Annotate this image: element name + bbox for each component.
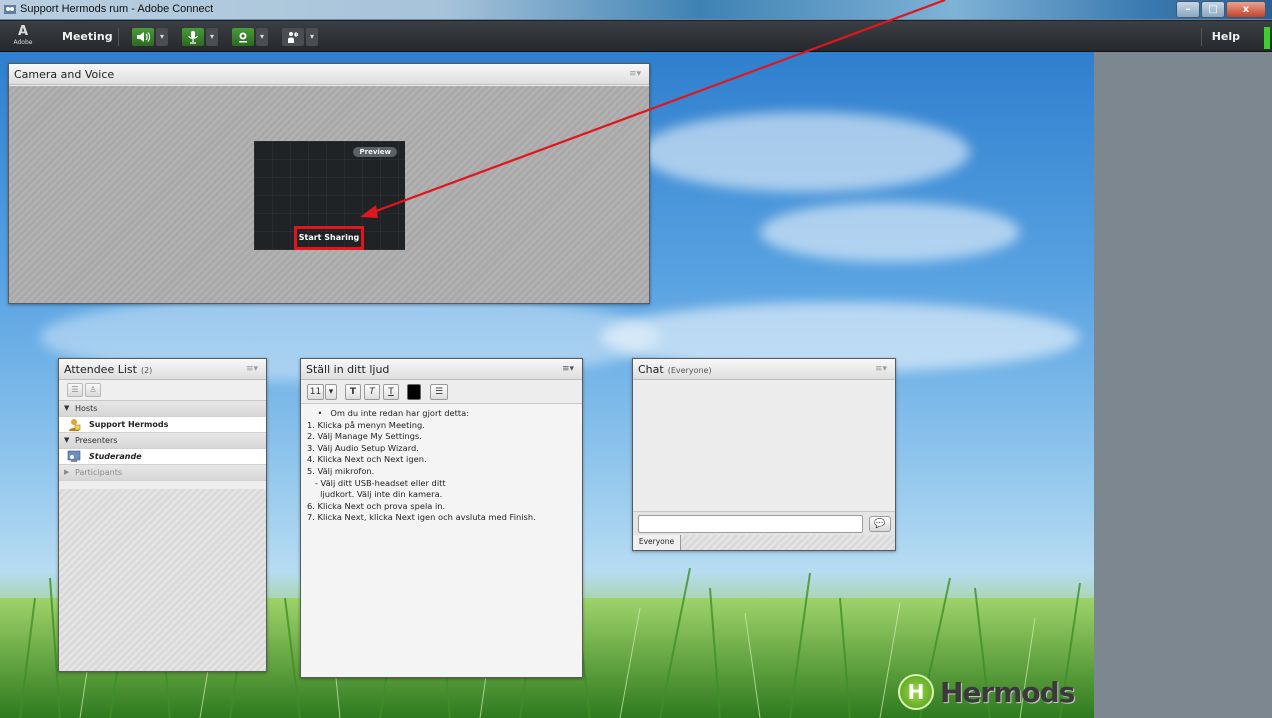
microphone-control[interactable]: ▾ <box>182 28 218 46</box>
bold-icon[interactable]: T <box>345 384 361 400</box>
pod-menu-icon[interactable]: ≡▾ <box>875 364 887 374</box>
group-presenters[interactable]: ▼ Presenters <box>59 433 266 449</box>
window-title: Support Hermods rum - Adobe Connect <box>20 3 214 15</box>
group-hosts[interactable]: ▼ Hosts <box>59 401 266 417</box>
text-color-picker[interactable] <box>407 384 421 400</box>
attendee-count: (2) <box>140 366 153 375</box>
camera-area: Preview Start Sharing <box>9 86 649 303</box>
speaker-icon[interactable] <box>132 28 154 46</box>
underline-icon[interactable]: T <box>383 384 399 400</box>
pod-header: Ställ in ditt ljud ≡▾ <box>301 359 582 380</box>
chevron-right-icon: ▶ <box>64 468 70 476</box>
webcam-icon[interactable] <box>232 28 254 46</box>
help-menu[interactable]: Help <box>1212 30 1240 43</box>
notes-line: 4. Klicka Next och Next igen. <box>307 454 427 465</box>
camera-preview: Preview Start Sharing <box>254 141 405 250</box>
raise-hand-icon[interactable] <box>282 28 304 46</box>
menu-divider <box>1201 28 1202 46</box>
notes-line: 3. Välj Audio Setup Wizard. <box>307 442 419 453</box>
adobe-logo: A Adobe <box>13 24 33 47</box>
hermods-logo-text: Hermods <box>940 675 1075 709</box>
chat-input[interactable] <box>638 515 863 533</box>
pod-title: Chat (Everyone) <box>638 363 712 376</box>
notes-line: 7. Klicka Next, klicka Next igen och avs… <box>307 512 536 523</box>
raise-hand-dropdown-icon[interactable]: ▾ <box>306 28 318 46</box>
presenter-icon <box>67 450 81 462</box>
notes-line: 5. Välj mikrofon. <box>307 465 375 476</box>
attendee-list-pod: Attendee List (2) ≡▾ ☰ ♙ ▼ Hosts Support … <box>58 358 267 672</box>
notes-line: 6. Klicka Next och prova spela in. <box>307 500 446 511</box>
minimize-button[interactable]: – <box>1176 1 1200 18</box>
chevron-down-icon[interactable]: ▾ <box>325 384 337 400</box>
chat-input-area: 💬 <box>633 511 895 535</box>
attendee-row[interactable]: Support Hermods <box>59 417 266 433</box>
hermods-logo-mark: H <box>898 674 934 710</box>
attendee-toolbar: ☰ ♙ <box>59 380 266 401</box>
chevron-down-icon: ▼ <box>64 436 70 444</box>
italic-icon[interactable]: T <box>364 384 380 400</box>
chat-audience: (Everyone) <box>667 366 712 375</box>
menu-divider <box>118 28 119 46</box>
pod-header: Chat (Everyone) ≡▾ <box>633 359 895 380</box>
maximize-button[interactable]: □ <box>1201 1 1225 18</box>
group-participants[interactable]: ▶ Participants <box>59 465 266 481</box>
camera-voice-pod: Camera and Voice ≡▾ Preview Start Sharin… <box>8 63 650 304</box>
bullet-list-icon[interactable]: ☰ <box>430 384 448 400</box>
raise-hand-control[interactable]: ▾ <box>282 28 318 46</box>
notes-text-area[interactable]: • Om du inte redan har gjort detta: 1. Kl… <box>301 404 582 677</box>
meeting-menu[interactable]: Meeting <box>62 30 113 43</box>
pod-menu-icon[interactable]: ≡▾ <box>246 364 258 374</box>
chat-message-log <box>633 381 895 511</box>
notes-line: 2. Välj Manage My Settings. <box>307 431 422 442</box>
preview-badge: Preview <box>353 147 397 157</box>
speaker-dropdown-icon[interactable]: ▾ <box>156 28 168 46</box>
pod-title: Ställ in ditt ljud <box>306 363 390 376</box>
hermods-logo: H Hermods <box>898 672 1075 712</box>
notes-toolbar: 11 ▾ T T T ☰ <box>301 380 582 404</box>
attendee-row[interactable]: Studerande <box>59 449 266 465</box>
start-sharing-button[interactable]: Start Sharing <box>294 226 364 250</box>
tab-everyone[interactable]: Everyone <box>633 535 681 550</box>
notes-line: - Välj ditt USB-headset eller ditt <box>307 477 446 488</box>
chat-tabs: Everyone <box>633 535 895 550</box>
microphone-icon[interactable] <box>182 28 204 46</box>
connection-status-indicator <box>1264 27 1270 49</box>
role-view-icon[interactable]: ♙ <box>85 383 101 397</box>
pod-header: Attendee List (2) ≡▾ <box>59 359 266 380</box>
chevron-down-icon: ▼ <box>64 404 70 412</box>
right-side-panel <box>1094 52 1272 718</box>
webcam-dropdown-icon[interactable]: ▾ <box>256 28 268 46</box>
adobe-connect-icon <box>4 5 16 14</box>
notes-line: 1. Klicka på menyn Meeting. <box>307 419 425 430</box>
attendee-empty-area <box>59 489 266 671</box>
close-button[interactable]: x <box>1226 1 1266 18</box>
notes-line: • Om du inte redan har gjort detta: <box>307 408 470 418</box>
window-title-bar: Support Hermods rum - Adobe Connect – □ … <box>0 0 1272 20</box>
webcam-control[interactable]: ▾ <box>232 28 268 46</box>
menu-bar: A Adobe Meeting ▾ ▾ ▾ ▾ Help <box>0 21 1272 52</box>
host-icon <box>69 419 81 431</box>
font-size-select[interactable]: 11 <box>307 384 324 400</box>
microphone-dropdown-icon[interactable]: ▾ <box>206 28 218 46</box>
pod-header: Camera and Voice ≡▾ <box>9 64 649 85</box>
pod-menu-icon[interactable]: ≡▾ <box>629 69 641 79</box>
list-view-icon[interactable]: ☰ <box>67 383 83 397</box>
send-message-icon[interactable]: 💬 <box>869 516 891 532</box>
pod-title: Attendee List (2) <box>64 363 153 376</box>
notes-line: ljudkort. Välj inte din kamera. <box>307 489 443 500</box>
chat-pod: Chat (Everyone) ≡▾ 💬 Everyone <box>632 358 896 551</box>
pod-menu-icon[interactable]: ≡▾ <box>562 364 574 374</box>
speaker-control[interactable]: ▾ <box>132 28 168 46</box>
pod-title: Camera and Voice <box>14 68 115 81</box>
notes-pod: Ställ in ditt ljud ≡▾ 11 ▾ T T T ☰ • Om … <box>300 358 583 678</box>
